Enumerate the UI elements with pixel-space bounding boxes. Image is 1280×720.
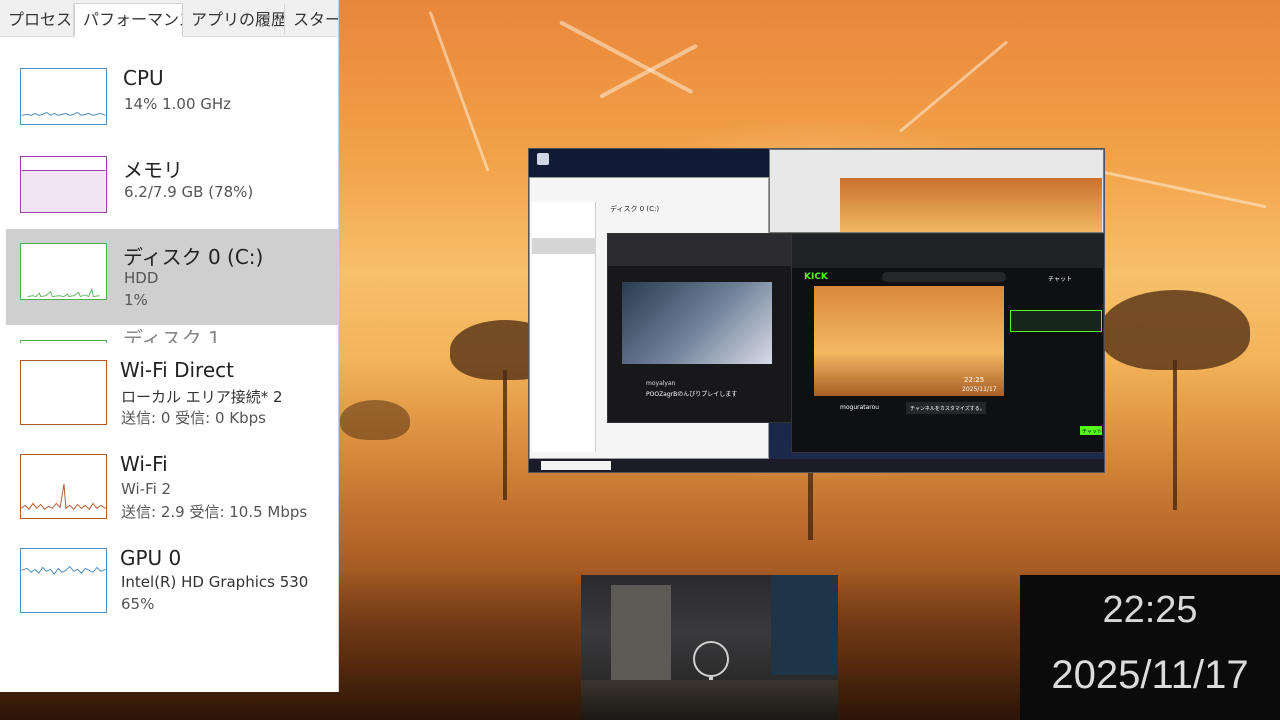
mini-kick-logo: KICK [804, 272, 828, 282]
webcam-door [611, 585, 671, 685]
mini-twitch-toolbar [608, 234, 793, 266]
webcam-clutter [581, 680, 838, 720]
mini-chat-button-label: チャット [1082, 429, 1102, 435]
mini-date: 2025/11/17 [962, 386, 997, 393]
sky-streak [899, 40, 1009, 133]
tab-performance[interactable]: パフォーマンス [74, 3, 183, 37]
mini-chat-message [1010, 310, 1102, 332]
clock-overlay: 22:25 2025/11/17 [1020, 575, 1280, 720]
perf-item-disk1-partial[interactable]: ディスク 1 [0, 329, 338, 343]
disk-type: HDD [124, 269, 159, 287]
cpu-graph [20, 68, 107, 125]
tab-bar: プロセス パフォーマンス アプリの履歴 スタート [0, 0, 338, 37]
webcam-feed [581, 575, 838, 720]
disk-graph [20, 243, 107, 300]
memory-detail: 6.2/7.9 GB (78%) [124, 183, 254, 201]
tab-app-history[interactable]: アプリの履歴 [183, 4, 285, 35]
webcam-fan [693, 641, 729, 677]
screen-share-preview[interactable]: ディスク 0 (C:) moyalyan POOZagrBのんびりプレイします … [528, 148, 1105, 473]
mini-browser-top [769, 149, 1104, 233]
mini-streamer-a: moyalyan [646, 380, 676, 387]
mini-disk-selected [532, 238, 596, 254]
perf-item-wifi[interactable]: Wi-Fi Wi-Fi 2 送信: 2.9 受信: 10.5 Mbps [0, 444, 338, 532]
mini-browser-twitch: moyalyan POOZagrBのんびりプレイします [607, 233, 793, 423]
mini-time: 22:25 [964, 376, 985, 384]
mini-chat-header: チャット [1048, 276, 1072, 283]
disk1-graph [20, 340, 107, 343]
gpu-graph [20, 548, 107, 613]
wifi-direct-title: Wi-Fi Direct [120, 358, 234, 382]
perf-item-gpu[interactable]: GPU 0 Intel(R) HD Graphics 530 65% [0, 538, 338, 626]
mini-streamer-b: moguratarou [840, 404, 880, 411]
clock-date: 2025/11/17 [1051, 653, 1249, 697]
gpu-title: GPU 0 [120, 546, 182, 570]
disk1-title: ディスク 1 [123, 329, 221, 343]
disk-title: ディスク 0 (C:) [123, 245, 264, 269]
wifi-adapter: Wi-Fi 2 [121, 480, 172, 498]
recycle-bin-icon [537, 153, 549, 165]
sky-streak [428, 10, 490, 172]
mini-taskbar [529, 459, 1104, 472]
gpu-usage: 65% [121, 595, 155, 613]
perf-item-disk0[interactable]: ディスク 0 (C:) HDD 1% [6, 229, 338, 325]
tree-silhouette [1100, 290, 1250, 370]
tab-startup[interactable]: スタート [285, 4, 338, 35]
mini-browser-kick: KICK 22:25 2025/11/17 moguratarou チャンネルを… [791, 233, 1104, 453]
clock-time: 22:25 [1102, 589, 1198, 631]
memory-graph [20, 156, 107, 213]
tree-silhouette [340, 400, 410, 440]
perf-item-cpu[interactable]: CPU 14% 1.00 GHz [0, 58, 338, 138]
wifi-direct-adapter: ローカル エリア接続* 2 [121, 388, 283, 406]
wifi-title: Wi-Fi [120, 452, 168, 476]
mini-stream-title: POOZagrBのんびりプレイします [646, 391, 738, 398]
gpu-adapter: Intel(R) HD Graphics 530 [121, 573, 309, 591]
tree-trunk [1173, 360, 1177, 510]
perf-item-wifi-direct[interactable]: Wi-Fi Direct ローカル エリア接続* 2 送信: 0 受信: 0 K… [0, 350, 338, 438]
tree-trunk [808, 470, 813, 540]
mini-kick-toolbar [792, 234, 1104, 268]
tree-trunk [503, 370, 507, 500]
perf-item-memory[interactable]: メモリ 6.2/7.9 GB (78%) [0, 146, 338, 226]
sky-streak [1099, 170, 1267, 209]
wifi-rate: 送信: 2.9 受信: 10.5 Mbps [121, 503, 308, 521]
wifi-direct-graph [20, 360, 107, 425]
mini-panel-title: ディスク 0 (C:) [610, 205, 660, 213]
mini-stream-video [622, 282, 772, 364]
mini-taskbar-search [541, 461, 611, 470]
cpu-detail: 14% 1.00 GHz [124, 95, 232, 113]
wifi-graph [20, 454, 107, 519]
mini-kick-search [882, 272, 1006, 282]
disk-usage: 1% [124, 291, 148, 309]
task-manager-window: プロセス パフォーマンス アプリの履歴 スタート CPU 14% 1.00 GH… [0, 0, 338, 692]
webcam-curtain [771, 575, 838, 675]
mini-video-area [840, 178, 1102, 232]
wifi-direct-rate: 送信: 0 受信: 0 Kbps [121, 409, 266, 427]
mini-customize-label: チャンネルをカスタマイズする。 [910, 406, 985, 412]
memory-title: メモリ [123, 158, 183, 182]
cpu-title: CPU [123, 66, 164, 90]
tab-processes[interactable]: プロセス [0, 4, 74, 35]
